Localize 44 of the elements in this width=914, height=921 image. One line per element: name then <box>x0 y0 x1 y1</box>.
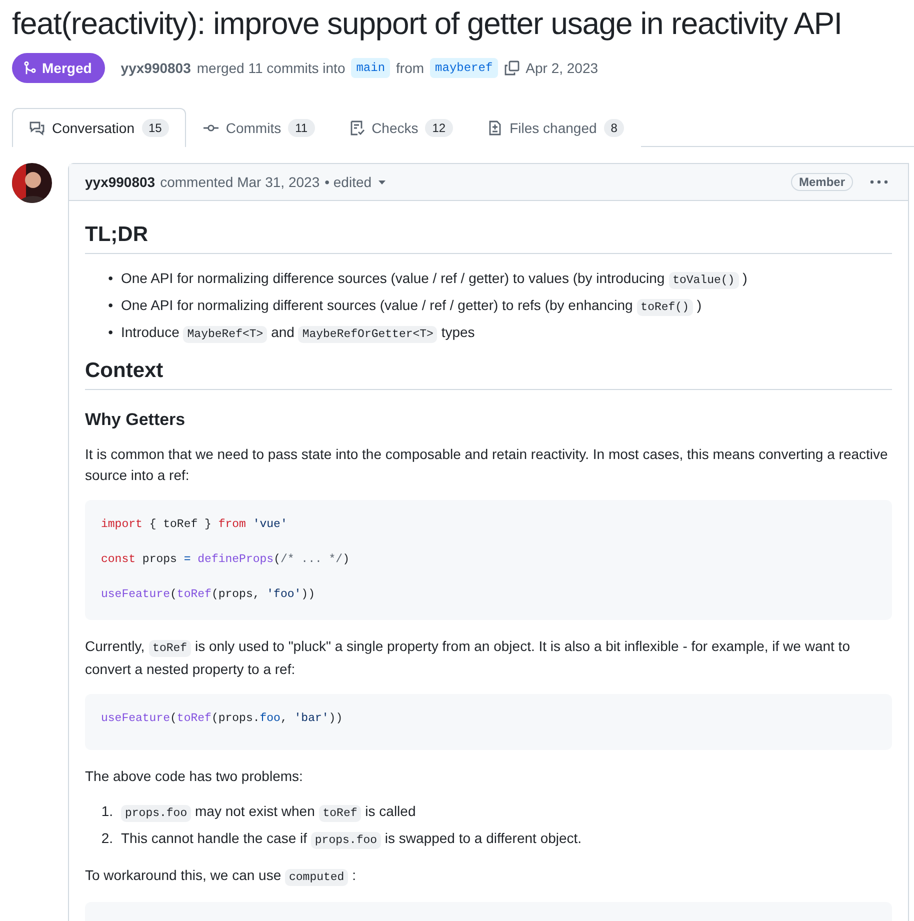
list-item-text: Introduce MaybeRef<T> and MaybeRefOrGetter<T> types <box>121 323 475 345</box>
chat-bubbles-icon <box>29 120 45 136</box>
code-line: import { toRef } from 'vue' <box>101 517 288 533</box>
role-label: Member <box>790 173 853 191</box>
tab-counter: 8 <box>604 119 624 137</box>
paragraph: The above code has two problems: <box>85 766 304 786</box>
paragraph: Currently, toRef is only used to "pluck" a single property from an object. It is also a bit inflexible - for example, if we want to convert a nested property to a ref: <box>85 636 851 679</box>
code-line: useFeature(toRef(props.foo, 'bar')) <box>101 710 344 726</box>
merged-status-badge: Merged <box>12 53 105 83</box>
section-heading: TL;DR <box>85 223 892 254</box>
merge-date: Apr 2, 2023 <box>526 60 598 76</box>
branch-name[interactable]: mayberef <box>430 58 498 78</box>
list-marker: • <box>107 323 113 342</box>
tab-counter: 15 <box>142 119 169 137</box>
section-heading: Context <box>85 359 892 390</box>
comment-author[interactable]: yyx990803 <box>85 174 156 190</box>
comment-date: commented Mar 31, 2023 <box>160 174 320 190</box>
paragraph: To workaround this, we can use computed : <box>85 866 357 888</box>
list-item-text: One API for normalizing difference sources (value / ref / getter) to values (by introducing toValue() ) <box>121 269 748 291</box>
merge-text: merged 11 commits into <box>196 60 346 76</box>
list-marker: • <box>107 269 113 288</box>
merge-text: from <box>396 60 424 76</box>
paragraph: It is common that we need to pass state into the composable and retain reactivity. In most cases, this means converting a reactive source into a ref: <box>85 445 889 485</box>
code-line: const props = defineProps(/* ... */) <box>101 552 350 568</box>
subsection-heading: Why Getters <box>85 410 186 430</box>
code-line: useFeature(toRef(props, 'foo')) <box>101 587 316 603</box>
list-item-text: props.foo may not exist when toRef is called <box>121 800 416 824</box>
tab-counter: 12 <box>425 119 453 137</box>
edited-dropdown[interactable]: • edited <box>324 174 372 190</box>
branch-name[interactable]: main <box>351 58 390 78</box>
author-link[interactable]: yyx990803 <box>120 60 191 76</box>
list-item-text: One API for normalizing different sources (value / ref / getter) to refs (by enhancing toRef() ) <box>121 296 702 318</box>
list-marker: 1. <box>100 802 113 820</box>
tab[interactable]: Conversation 15 <box>12 108 186 147</box>
list-marker: • <box>107 296 113 315</box>
merge-icon <box>23 61 37 75</box>
list-item-text: This cannot handle the case if props.foo is swapped to a different object. <box>121 828 582 850</box>
copy-icon[interactable] <box>504 60 520 76</box>
avatar <box>12 163 52 203</box>
list-marker: 2. <box>100 828 113 848</box>
tab-counter: 11 <box>288 119 315 137</box>
pull-request-title: feat(reactivity): improve support of getter usage in reactivity API <box>12 5 842 43</box>
file-diff-icon <box>486 120 503 136</box>
checklist-icon <box>348 120 365 136</box>
